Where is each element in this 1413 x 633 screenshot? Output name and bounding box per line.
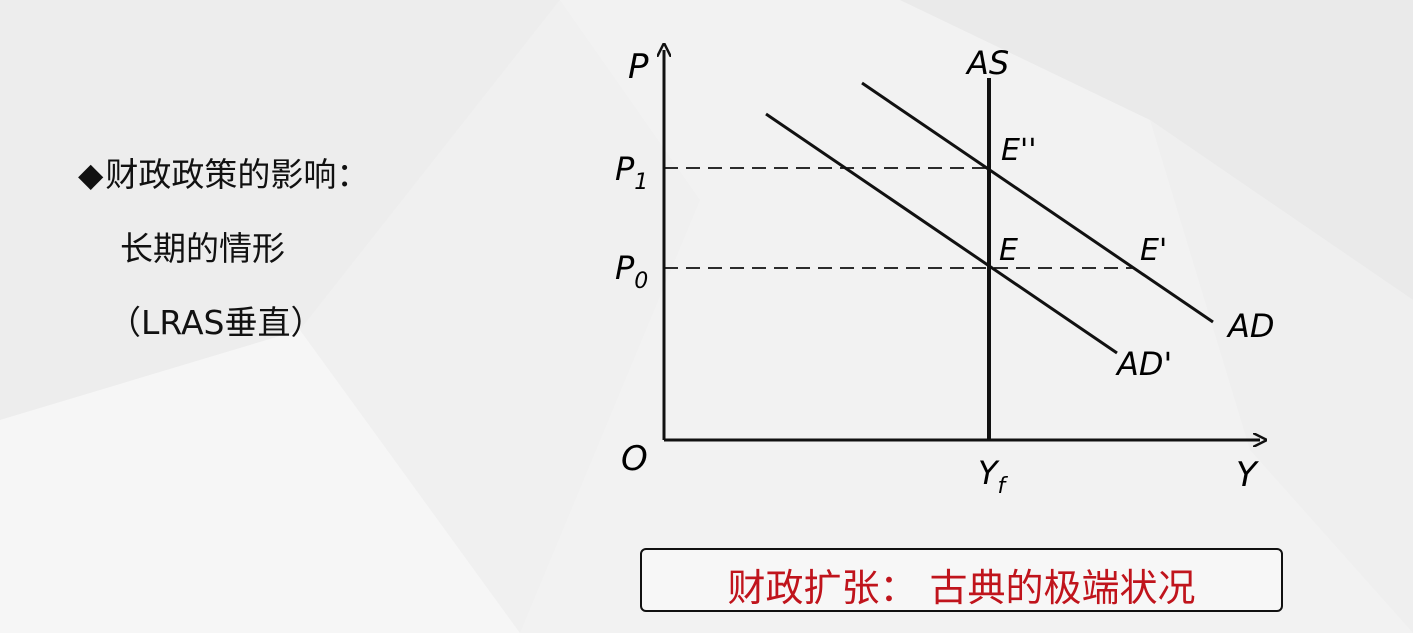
e-double-prime-label: E'' bbox=[1001, 133, 1036, 168]
axis-y-label: P bbox=[628, 47, 649, 87]
caption-text: 财政扩张： 古典的极端状况 bbox=[727, 566, 1196, 610]
yf-label: Yf bbox=[978, 454, 1009, 499]
ad-original-curve bbox=[765, 112, 1118, 355]
caption-box: 财政扩张： 古典的极端状况 bbox=[640, 548, 1283, 612]
ad-label: AD bbox=[1226, 307, 1275, 345]
ad-shifted-curve bbox=[861, 81, 1214, 324]
origin-label: O bbox=[621, 439, 648, 479]
as-ad-diagram: P Y O AS P1 P0 Yf E'' E E' AD AD' bbox=[615, 0, 1275, 499]
axis-x-label: Y bbox=[1236, 455, 1259, 495]
as-label: AS bbox=[965, 44, 1009, 82]
e-prime-label: E' bbox=[1140, 233, 1167, 268]
p0-label: P0 bbox=[615, 249, 648, 294]
ad-prime-label: AD' bbox=[1115, 345, 1172, 383]
p1-label: P1 bbox=[615, 150, 648, 195]
e-label: E bbox=[999, 233, 1018, 268]
